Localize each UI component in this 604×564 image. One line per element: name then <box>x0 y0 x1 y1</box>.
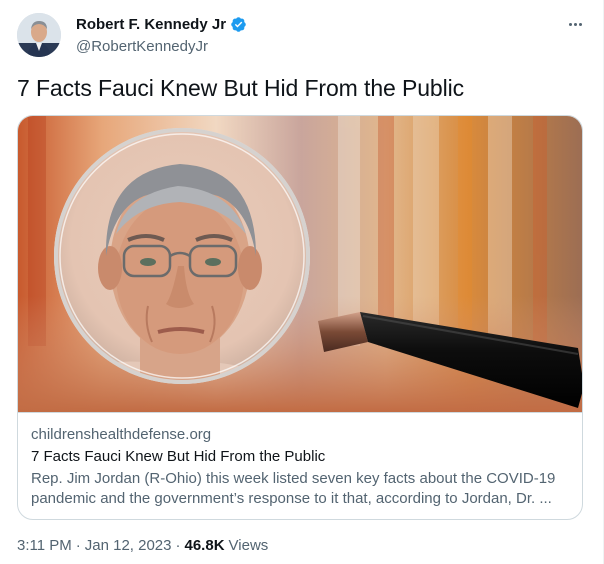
card-description-line: pandemic and the government’s response t… <box>31 490 552 507</box>
tweet-text: 7 Facts Fauci Knew But Hid From the Publ… <box>17 75 465 101</box>
card-meta[interactable]: childrenshealthdefense.org 7 Facts Fauci… <box>18 412 582 519</box>
author-block: Robert F. Kennedy Jr @RobertKennedyJr <box>76 14 247 55</box>
tweet-date[interactable]: Jan 12, 2023 <box>85 537 172 554</box>
tweet-meta: 3:11 PM · Jan 12, 2023 · 46.8K Views <box>17 537 268 554</box>
verified-badge-icon[interactable] <box>230 16 247 33</box>
card-title: 7 Facts Fauci Knew But Hid From the Publ… <box>31 448 326 465</box>
card-image[interactable] <box>18 116 582 412</box>
author-display-name[interactable]: Robert F. Kennedy Jr <box>76 16 226 33</box>
card-domain: childrenshealthdefense.org <box>31 426 212 443</box>
author-avatar[interactable] <box>17 13 61 57</box>
views-count[interactable]: 46.8K <box>185 537 225 554</box>
tweet[interactable]: Robert F. Kennedy Jr @RobertKennedyJr 7 … <box>0 0 604 564</box>
more-options-icon[interactable] <box>565 14 585 34</box>
author-handle[interactable]: @RobertKennedyJr <box>76 38 247 55</box>
card-description: Rep. Jim Jordan (R-Ohio) this week liste… <box>31 469 572 509</box>
views-label: Views <box>228 537 269 554</box>
separator-dot: · <box>175 537 181 554</box>
separator-dot: · <box>75 537 81 554</box>
link-preview-card[interactable]: childrenshealthdefense.org 7 Facts Fauci… <box>17 115 583 520</box>
tweet-time[interactable]: 3:11 PM <box>17 537 72 554</box>
card-description-line: Rep. Jim Jordan (R-Ohio) this week liste… <box>31 470 556 487</box>
